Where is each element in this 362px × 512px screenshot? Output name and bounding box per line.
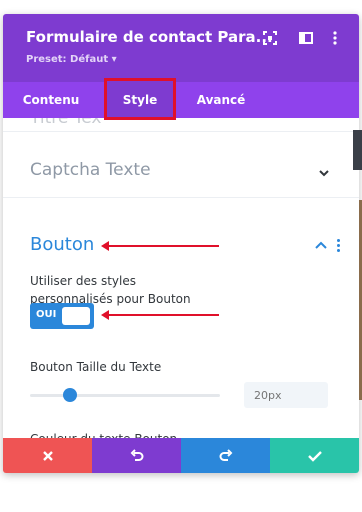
tab-highlight-annotation (104, 78, 176, 120)
text-size-slider-handle[interactable] (63, 388, 77, 402)
toggle-knob (62, 307, 90, 325)
undo-icon (130, 448, 143, 461)
sidebar-toggle-icon[interactable] (298, 30, 314, 46)
modal-title: Formulaire de contact Para... (26, 28, 273, 46)
tab-avance[interactable]: Avancé (181, 82, 261, 118)
save-button[interactable] (270, 438, 359, 473)
faded-section-label: Titre Tex (30, 118, 102, 128)
chevron-up-icon[interactable] (315, 241, 327, 251)
text-size-label: Bouton Taille du Texte (30, 360, 162, 374)
tab-contenu[interactable]: Contenu (3, 82, 99, 118)
captcha-section-label: Captcha Texte (30, 160, 151, 180)
modal-header: Formulaire de contact Para... Preset: Dé… (3, 14, 359, 82)
custom-styles-toggle[interactable]: OUI (30, 303, 94, 329)
settings-content: Titre Tex Captcha Texte Bouton Utiliser … (3, 118, 359, 438)
text-size-slider-track[interactable] (30, 394, 220, 397)
check-icon (307, 450, 322, 462)
annotation-arrow-toggle (101, 310, 219, 320)
captcha-section-toggle[interactable]: Captcha Texte (3, 142, 359, 198)
text-color-label: Couleur du texte Bouton (30, 430, 177, 438)
preset-selector[interactable]: Preset: Défaut ▾ (26, 54, 117, 65)
settings-modal: Formulaire de contact Para... Preset: Dé… (3, 14, 359, 473)
discard-button[interactable] (3, 438, 92, 473)
redo-icon (219, 448, 232, 461)
more-icon[interactable] (327, 30, 343, 46)
tab-bar: Contenu Style Avancé (3, 82, 359, 118)
toggle-state-text: OUI (36, 309, 57, 320)
collapsed-section-faded[interactable]: Titre Tex (3, 118, 359, 132)
background-page-edge (353, 130, 362, 170)
expand-icon[interactable] (262, 30, 278, 46)
close-icon (42, 450, 53, 461)
undo-button[interactable] (92, 438, 181, 473)
section-more-icon[interactable] (337, 239, 341, 254)
modal-footer (3, 438, 359, 473)
bouton-section-title[interactable]: Bouton (30, 234, 94, 255)
annotation-arrow-bouton (101, 241, 219, 251)
chevron-down-icon (319, 170, 329, 177)
redo-button[interactable] (181, 438, 270, 473)
text-size-input[interactable] (244, 382, 328, 408)
